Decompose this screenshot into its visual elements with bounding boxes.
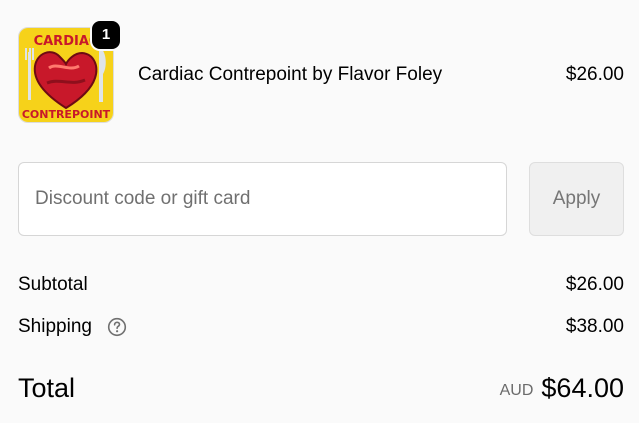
shipping-label: Shipping	[18, 316, 92, 337]
product-price: $26.00	[565, 64, 624, 85]
total-amount: AUD $64.00	[500, 372, 624, 404]
order-summary: CARDIAC CONTREPOINT 1 Cardiac Contrepoin…	[0, 0, 639, 423]
thumbnail-text-top: CARDIAC	[34, 34, 99, 49]
subtotal-value: $26.00	[565, 274, 624, 295]
discount-code-input[interactable]	[18, 162, 507, 236]
product-name: Cardiac Contrepoint by Flavor Foley	[138, 64, 443, 85]
apply-button[interactable]: Apply	[529, 162, 624, 236]
shipping-value: $38.00	[565, 316, 624, 337]
currency-code: AUD	[499, 382, 534, 399]
total-value: $64.00	[541, 373, 624, 403]
line-item: CARDIAC CONTREPOINT 1 Cardiac Contrepoin…	[18, 21, 624, 125]
total-label: Total	[18, 373, 76, 403]
thumbnail-text-bottom: CONTREPOINT	[22, 108, 111, 121]
subtotal-label: Subtotal	[18, 274, 88, 295]
product-thumbnail-wrapper: CARDIAC CONTREPOINT 1	[18, 21, 120, 123]
quantity-badge: 1	[92, 21, 120, 49]
question-circle-icon[interactable]	[107, 317, 127, 337]
